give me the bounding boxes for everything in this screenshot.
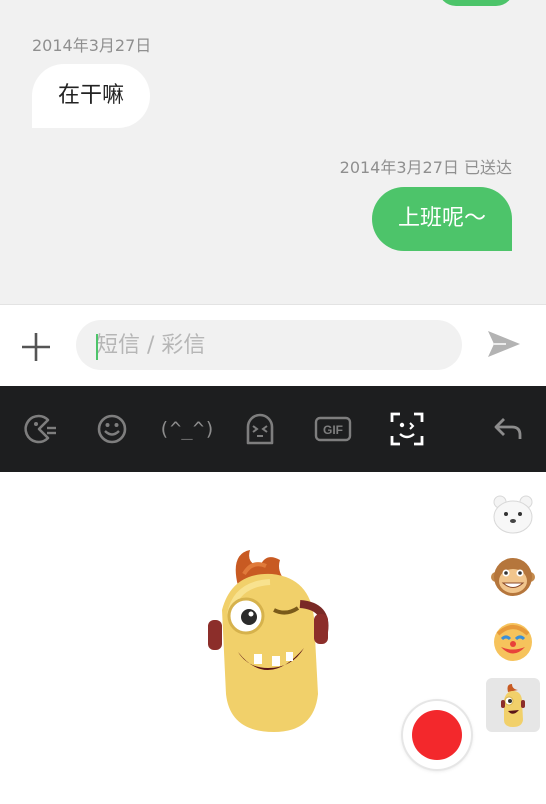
kaomoji-label: (^_^) [158,418,216,440]
composer-bar [0,304,546,386]
record-button[interactable] [403,701,471,769]
message-timestamp-delivered: 2014年3月27日 已送达 [339,158,512,177]
one-eyed-character-icon [501,684,525,727]
animoji-panel [0,472,546,804]
gif-label: GIF [323,423,343,437]
send-icon [488,331,520,357]
avatar-option-monkey[interactable] [486,550,540,604]
attach-button[interactable] [16,327,56,367]
text-cursor [96,334,98,360]
message-input[interactable] [76,320,462,370]
previous-outgoing-bubble[interactable] [438,0,514,6]
tab-face-capture[interactable] [385,407,429,451]
tab-ghost-faces[interactable] [238,407,282,451]
emoji-toolbar: (^_^) GIF [0,386,546,472]
animoji-preview-character [208,550,329,732]
send-button[interactable] [484,324,524,364]
tab-smileys[interactable] [90,407,134,451]
back-button[interactable] [486,407,530,451]
tab-sticker-pack[interactable] [17,407,61,451]
chat-area: 2014年3月27日 在干嘛 2014年3月27日 已送达 上班呢～ [0,0,546,304]
tab-kaomoji[interactable]: (^_^) [158,407,215,451]
plus-icon [22,333,50,361]
smiley-icon [97,414,127,444]
sticker-pack-icon [24,414,56,444]
face-scan-icon [390,412,424,446]
back-icon [494,418,522,439]
record-icon [412,710,462,760]
clown-icon [494,623,532,661]
avatar-option-clown[interactable] [486,614,540,668]
ghost-face-icon [246,413,274,445]
message-timestamp: 2014年3月27日 [32,36,152,55]
polar-bear-icon [493,495,533,534]
avatar-option-polar-bear[interactable] [486,486,540,540]
incoming-message-bubble[interactable]: 在干嘛 [32,64,151,128]
gif-icon: GIF [314,416,352,442]
tab-gif[interactable]: GIF [311,407,355,451]
monkey-icon [491,558,535,596]
outgoing-message-bubble[interactable]: 上班呢～ [371,187,512,251]
avatar-option-one-eyed-character[interactable] [486,678,540,732]
